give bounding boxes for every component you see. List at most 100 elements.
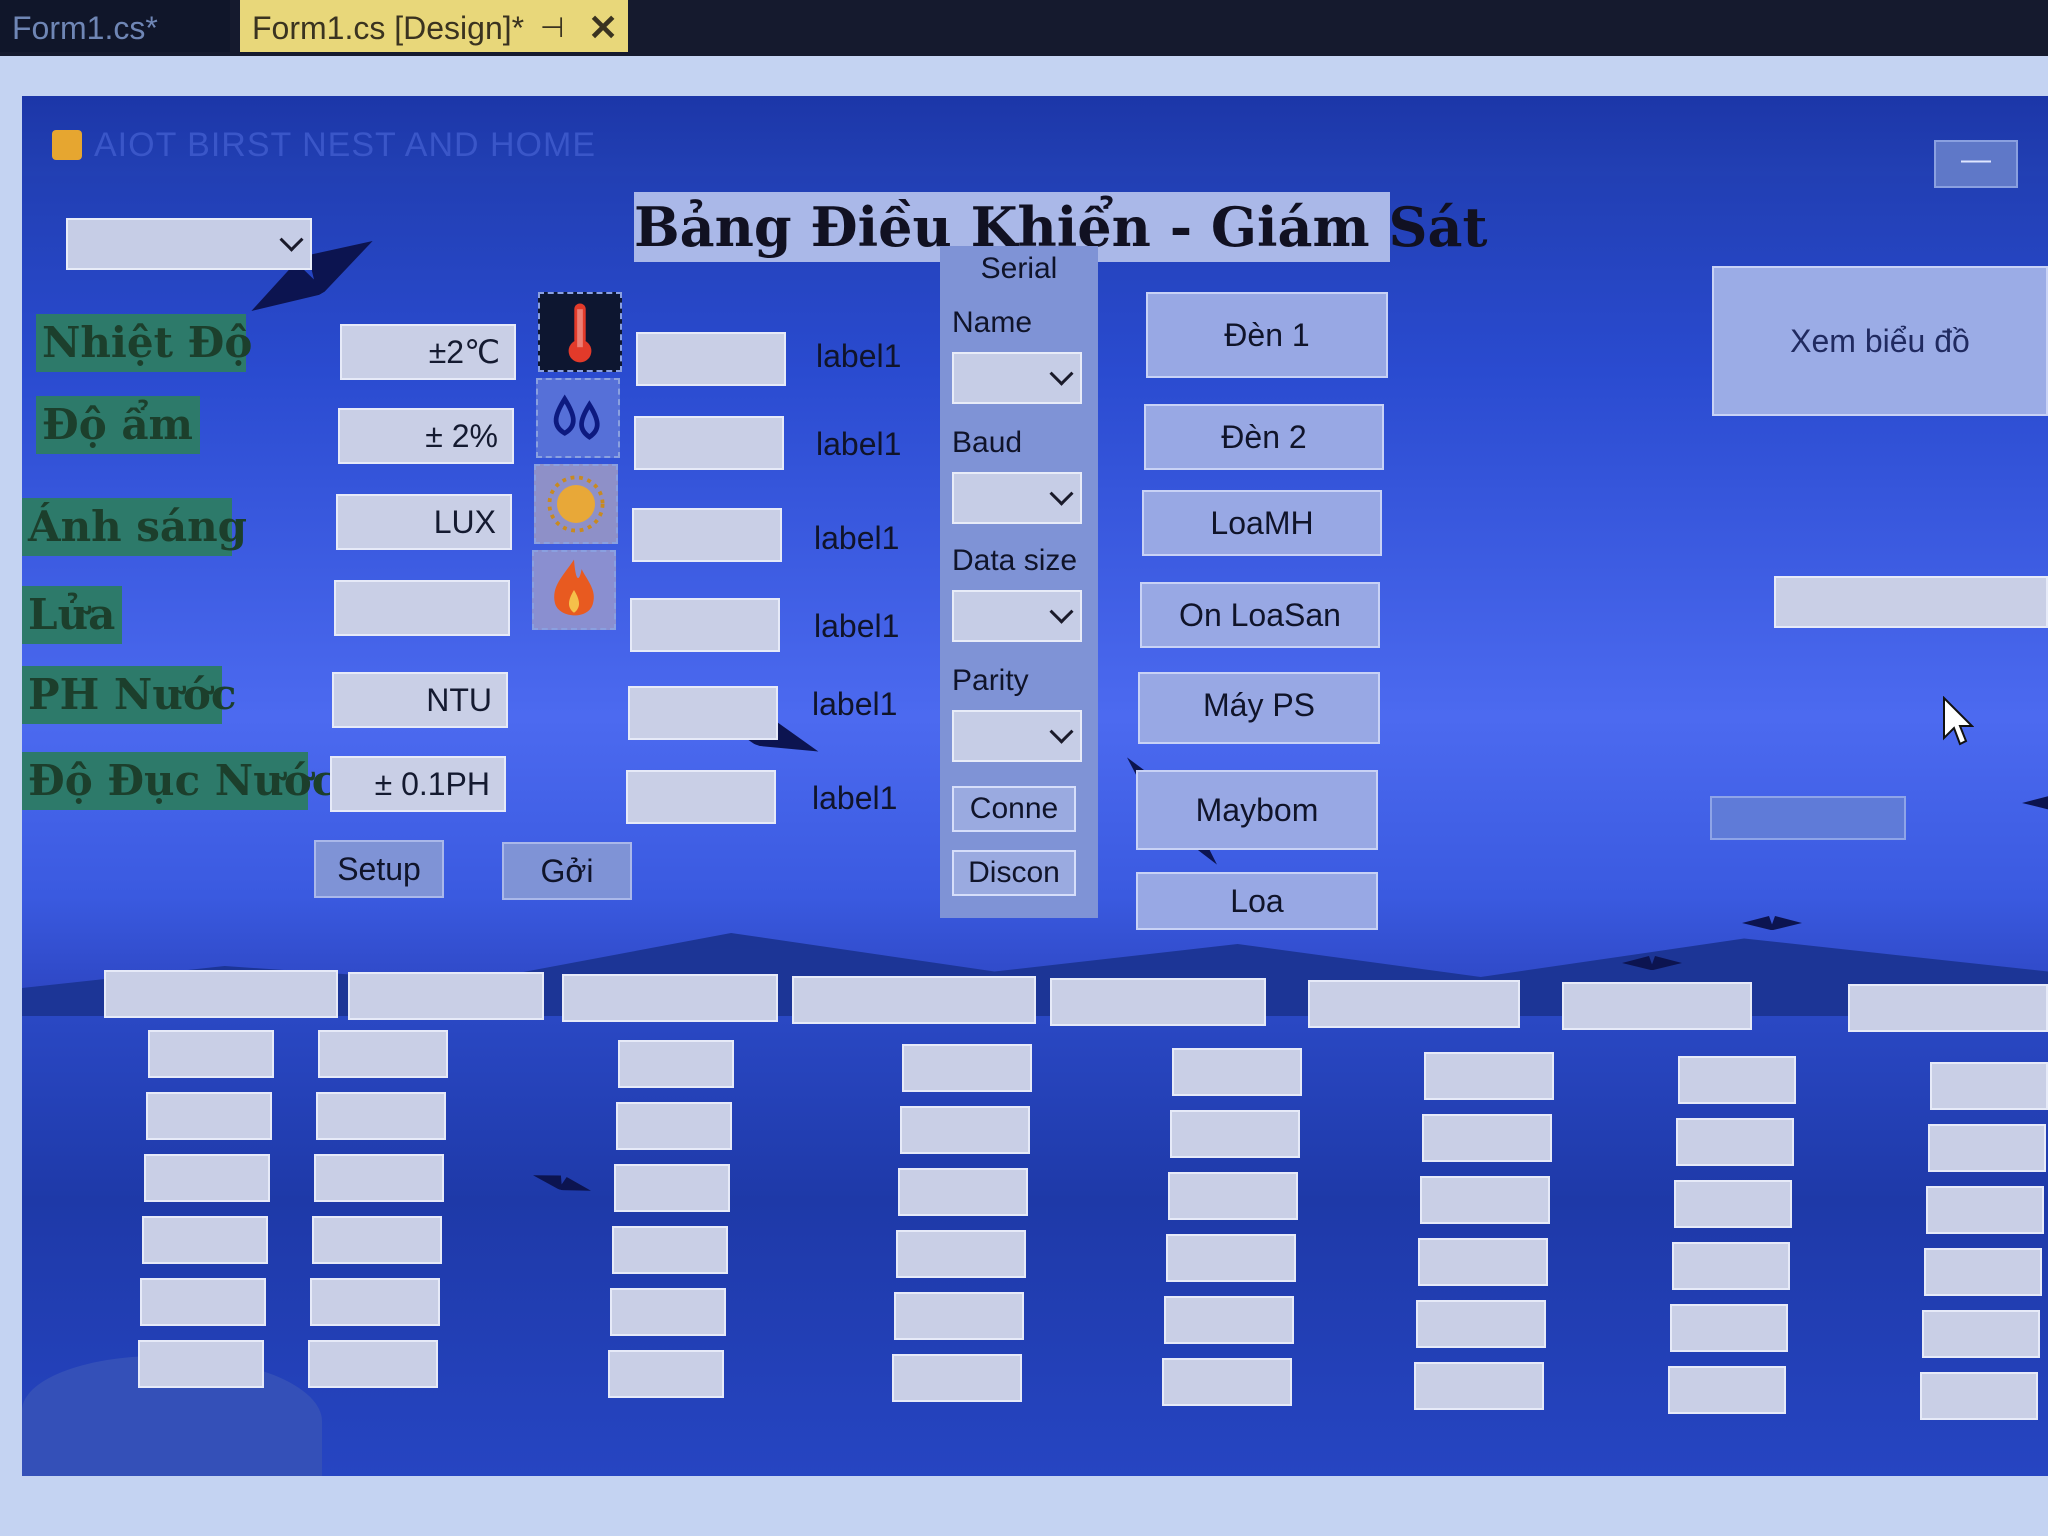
view-chart-button[interactable]: Xem biểu đồ <box>1712 266 2048 416</box>
serial-name-combo[interactable] <box>952 352 1082 404</box>
grid-cell[interactable] <box>902 1044 1032 1092</box>
grid-cell[interactable] <box>142 1216 268 1264</box>
speaker-button[interactable]: Loa <box>1136 872 1378 930</box>
disconnect-button[interactable]: Discon <box>952 850 1076 896</box>
grid-cell[interactable] <box>1162 1358 1292 1406</box>
grid-cell[interactable] <box>140 1278 266 1326</box>
setup-button[interactable]: Setup <box>314 840 444 898</box>
right-input-1[interactable] <box>1774 576 2048 628</box>
fire-icon <box>532 550 616 630</box>
light2-button[interactable]: Đèn 2 <box>1144 404 1384 470</box>
grid-cell[interactable] <box>1420 1176 1550 1224</box>
grid-cell[interactable] <box>1164 1296 1294 1344</box>
grid-cell[interactable] <box>144 1154 270 1202</box>
grid-cell[interactable] <box>1672 1242 1790 1290</box>
status-label-light: label1 <box>814 520 900 556</box>
grid-cell[interactable] <box>616 1102 732 1150</box>
speaker-mh-button[interactable]: LoaMH <box>1142 490 1382 556</box>
mouse-cursor-icon <box>1943 696 1974 746</box>
grid-cell[interactable] <box>614 1164 730 1212</box>
grid-cell[interactable] <box>900 1106 1030 1154</box>
grid-cell[interactable] <box>610 1288 726 1336</box>
grid-header-cell[interactable] <box>104 970 338 1018</box>
grid-cell[interactable] <box>316 1092 446 1140</box>
tab-label: Form1.cs [Design]* <box>252 10 525 46</box>
grid-cell[interactable] <box>1424 1052 1554 1100</box>
grid-cell[interactable] <box>1668 1366 1786 1414</box>
grid-header-cell[interactable] <box>1562 982 1752 1030</box>
pin-icon[interactable]: ⊣ <box>540 0 564 56</box>
form-title: AIOT BIRST NEST AND HOME <box>94 126 596 164</box>
grid-cell[interactable] <box>608 1350 724 1398</box>
serial-baud-combo[interactable] <box>952 472 1082 524</box>
grid-cell[interactable] <box>1168 1172 1298 1220</box>
grid-cell[interactable] <box>1924 1248 2042 1296</box>
grid-cell[interactable] <box>1678 1056 1796 1104</box>
grid-cell[interactable] <box>1422 1114 1552 1162</box>
grid-cell[interactable] <box>896 1230 1026 1278</box>
grid-cell[interactable] <box>148 1030 274 1078</box>
chevron-down-icon <box>1049 481 1074 506</box>
sun-icon <box>534 464 618 544</box>
grid-cell[interactable] <box>1670 1304 1788 1352</box>
top-combo[interactable] <box>66 218 312 270</box>
value-fire[interactable] <box>630 598 780 652</box>
grid-cell[interactable] <box>310 1278 440 1326</box>
grid-cell[interactable] <box>898 1168 1028 1216</box>
grid-cell[interactable] <box>1922 1310 2040 1358</box>
form1-window: AIOT BIRST NEST AND HOME — Bảng Điều Khi… <box>22 96 2048 1476</box>
grid-header-cell[interactable] <box>348 972 544 1020</box>
app-icon <box>52 130 82 160</box>
light1-button[interactable]: Đèn 1 <box>1146 292 1388 378</box>
grid-cell[interactable] <box>1920 1372 2038 1420</box>
connect-button[interactable]: Conne <box>952 786 1076 832</box>
pump-button[interactable]: Maybom <box>1136 770 1378 850</box>
grid-cell[interactable] <box>1416 1300 1546 1348</box>
document-tab-bar: Form1.cs* Form1.cs [Design]* ⊣ ✕ <box>0 0 2048 56</box>
serial-datasize-combo[interactable] <box>952 590 1082 642</box>
grid-header-cell[interactable] <box>792 976 1036 1024</box>
sprayer-button[interactable]: Máy PS <box>1138 672 1380 744</box>
grid-header-cell[interactable] <box>1308 980 1520 1028</box>
value-temperature[interactable] <box>636 332 786 386</box>
grid-cell[interactable] <box>1418 1238 1548 1286</box>
grid-header-cell[interactable] <box>1848 984 2048 1032</box>
tab-form1-code[interactable]: Form1.cs* <box>0 0 230 52</box>
send-button[interactable]: Gởi <box>502 842 632 900</box>
tab-form1-design[interactable]: Form1.cs [Design]* ⊣ ✕ <box>240 0 628 52</box>
chevron-down-icon <box>279 227 304 252</box>
grid-cell[interactable] <box>892 1354 1022 1402</box>
grid-cell[interactable] <box>1414 1362 1544 1410</box>
value-humidity[interactable] <box>634 416 784 470</box>
serial-parity-combo[interactable] <box>952 710 1082 762</box>
grid-cell[interactable] <box>318 1030 448 1078</box>
grid-cell[interactable] <box>308 1340 438 1388</box>
grid-cell[interactable] <box>1926 1186 2044 1234</box>
grid-cell[interactable] <box>314 1154 444 1202</box>
minimize-button[interactable]: — <box>1934 140 2018 188</box>
serial-parity-label: Parity <box>952 664 1029 697</box>
grid-cell[interactable] <box>1674 1180 1792 1228</box>
value-turbidity[interactable] <box>626 770 776 824</box>
sensor-label-humidity: Độ ẩm <box>36 396 200 454</box>
grid-cell[interactable] <box>146 1092 272 1140</box>
grid-cell[interactable] <box>312 1216 442 1264</box>
bird-silhouette <box>2022 796 2048 810</box>
grid-header-cell[interactable] <box>562 974 778 1022</box>
speaker-yard-button[interactable]: On LoaSan <box>1140 582 1380 648</box>
value-ph[interactable] <box>628 686 778 740</box>
grid-cell[interactable] <box>894 1292 1024 1340</box>
grid-cell[interactable] <box>1170 1110 1300 1158</box>
grid-cell[interactable] <box>1676 1118 1794 1166</box>
grid-cell[interactable] <box>618 1040 734 1088</box>
grid-header-cell[interactable] <box>1050 978 1266 1026</box>
grid-cell[interactable] <box>1928 1124 2046 1172</box>
close-icon[interactable]: ✕ <box>588 0 618 56</box>
grid-cell[interactable] <box>1166 1234 1296 1282</box>
right-input-2[interactable] <box>1710 796 1906 840</box>
grid-cell[interactable] <box>1172 1048 1302 1096</box>
grid-cell[interactable] <box>612 1226 728 1274</box>
grid-cell[interactable] <box>1930 1062 2048 1110</box>
grid-cell[interactable] <box>138 1340 264 1388</box>
value-light[interactable] <box>632 508 782 562</box>
